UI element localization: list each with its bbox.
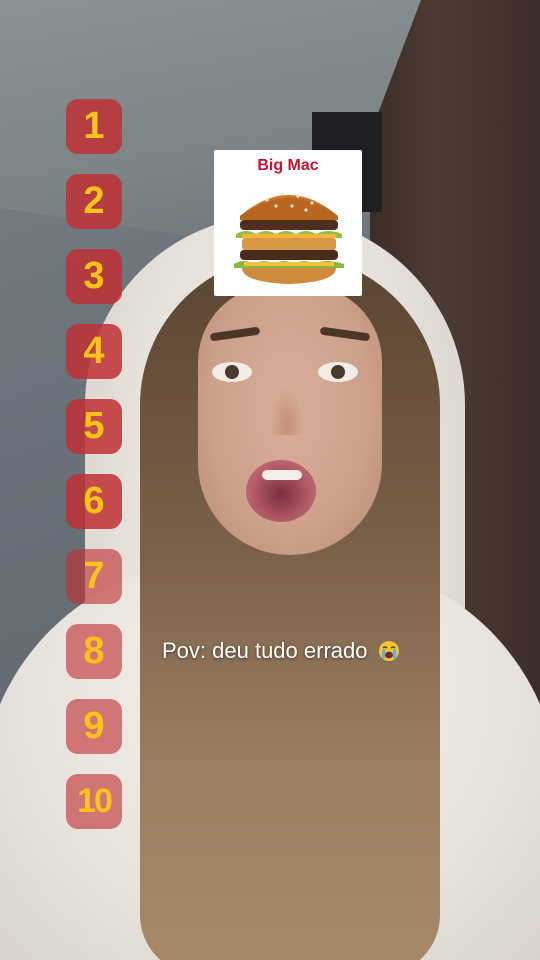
rank-badge-8: 8: [66, 624, 122, 679]
rank-badge-6: 6: [66, 474, 122, 529]
crying-face-icon: [378, 641, 399, 661]
rank-badge-4: 4: [66, 324, 122, 379]
rank-badge-3: 3: [66, 249, 122, 304]
burger-image: [234, 192, 344, 284]
rank-badge-2: 2: [66, 174, 122, 229]
person-nose: [270, 385, 304, 435]
caption: Pov: deu tudo errado: [162, 638, 400, 664]
rank-badge-5: 5: [66, 399, 122, 454]
person-teeth: [262, 470, 302, 480]
rank-badge-9: 9: [66, 699, 122, 754]
rank-badge-7: 7: [66, 549, 122, 604]
person-right-eye: [318, 362, 358, 382]
rank-badge-10: 10: [66, 774, 122, 829]
item-card: Big Mac: [214, 150, 362, 296]
caption-text: Pov: deu tudo errado: [162, 638, 368, 663]
ranking-list: 1 2 3 4 5 6 7 8 9 10: [66, 99, 122, 849]
rank-badge-1: 1: [66, 99, 122, 154]
item-card-title: Big Mac: [257, 157, 319, 174]
person-left-eye: [212, 362, 252, 382]
video-frame: 1 2 3 4 5 6 7 8 9 10 Big Mac Pov: deu tu…: [0, 0, 540, 960]
